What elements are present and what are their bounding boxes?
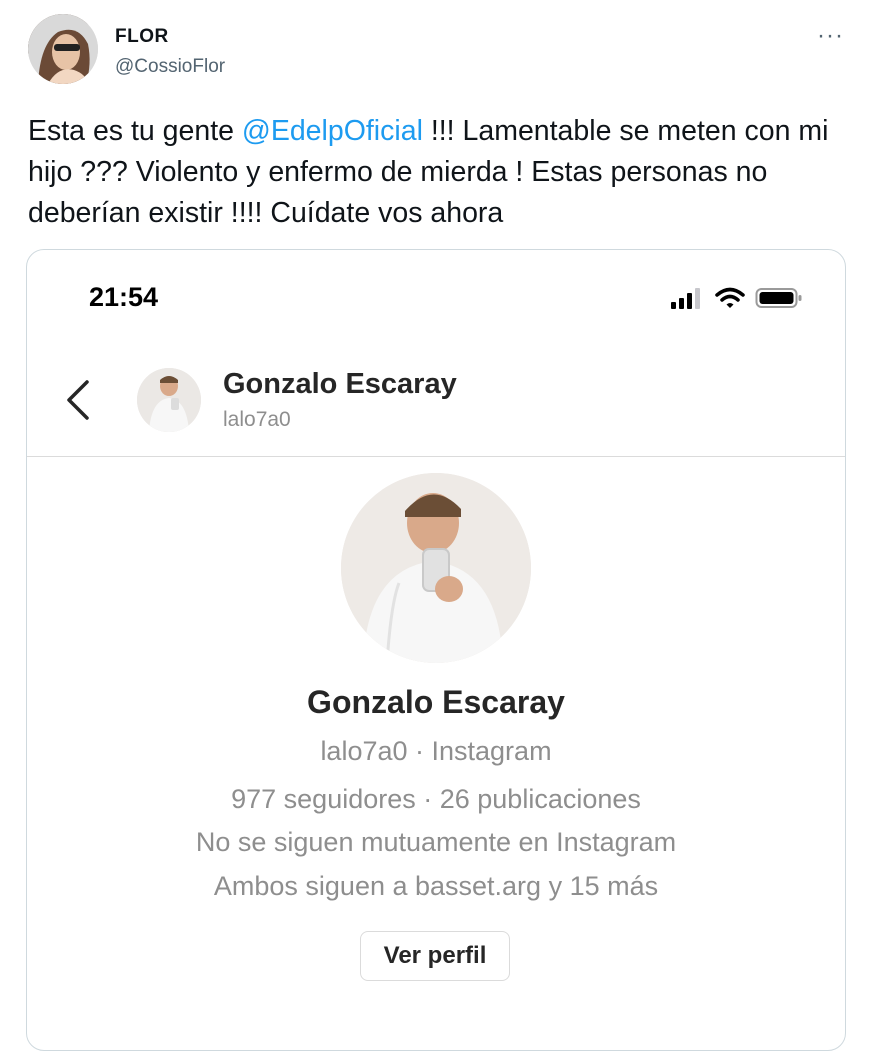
header-username: lalo7a0 (223, 408, 291, 431)
tweet-text-start: Esta es tu gente (28, 115, 242, 147)
profile-photo[interactable] (341, 473, 531, 663)
mention-link[interactable]: @EdelpOficial (242, 115, 423, 147)
signal-icon (671, 288, 700, 309)
battery-icon (755, 288, 802, 308)
followed-by-line: Ambos siguen a basset.arg y 15 más (213, 871, 659, 901)
header-avatar[interactable] (137, 368, 201, 432)
wifi-icon (715, 287, 745, 308)
chat-header: Gonzalo Escaray lalo7a0 (27, 344, 845, 457)
more-options-button[interactable]: ··· (817, 22, 844, 50)
author-name[interactable]: FLOR (115, 26, 169, 48)
back-chevron-icon[interactable] (63, 378, 93, 422)
author-avatar[interactable] (28, 14, 98, 84)
tweet-text: Esta es tu gente @EdelpOficial !!! Lamen… (28, 111, 858, 234)
attached-image[interactable]: 21:54 Gonzalo Escaray lalo7a0 Gonzalo Es… (26, 249, 846, 1051)
status-time: 21:54 (89, 282, 159, 312)
view-profile-button[interactable]: Ver perfil (360, 931, 510, 981)
profile-username-line: lalo7a0 · Instagram (320, 736, 552, 766)
profile-stats: 977 seguidores · 26 publicaciones (231, 784, 641, 814)
author-handle[interactable]: @CossioFlor (115, 56, 225, 78)
profile-name: Gonzalo Escaray (307, 684, 565, 720)
header-name[interactable]: Gonzalo Escaray (223, 368, 457, 401)
status-icons (669, 286, 803, 310)
mutual-follow-status: No se siguen mutuamente en Instagram (195, 827, 677, 857)
